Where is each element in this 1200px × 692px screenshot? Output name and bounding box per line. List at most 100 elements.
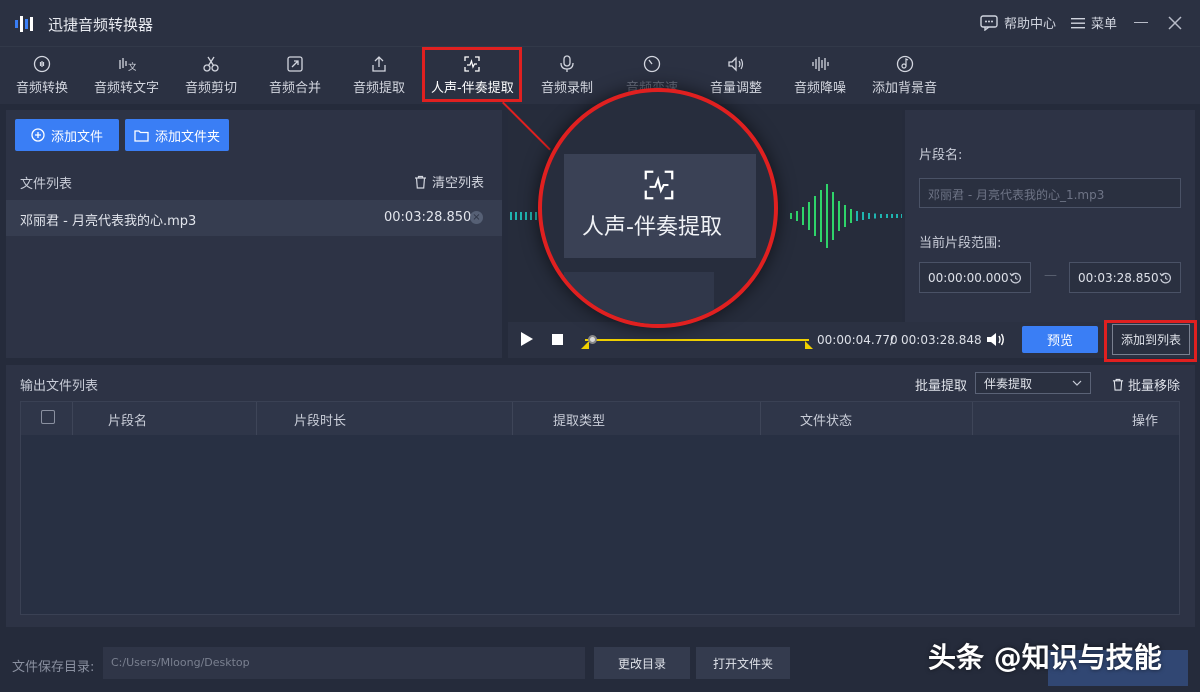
change-dir-button[interactable]: 更改目录	[594, 647, 690, 679]
waveform-bar	[820, 190, 822, 242]
tool-audio-extract[interactable]: 音频提取	[353, 46, 405, 104]
tool-label: 音频合并	[269, 80, 322, 96]
column-divider	[972, 402, 973, 435]
reset-time-icon[interactable]	[1159, 271, 1172, 285]
column-header-duration: 片段时长	[294, 414, 347, 429]
app-logo-icon	[15, 16, 33, 32]
merge-icon	[287, 55, 303, 72]
batch-remove-button[interactable]: 批量移除	[1112, 375, 1180, 394]
tool-audio-record[interactable]: 音频录制	[541, 46, 593, 104]
chat-bubble-icon	[980, 14, 998, 31]
remove-file-icon[interactable]: ×	[470, 211, 483, 224]
menu-button[interactable]: 菜单	[1071, 13, 1117, 32]
start-time-field[interactable]: 00:00:00.000	[919, 262, 1031, 293]
zoom-callout: 人声-伴奏提取	[538, 88, 778, 328]
tool-label: 音频转换	[16, 80, 69, 96]
menu-label: 菜单	[1091, 17, 1118, 32]
add-to-list-highlight	[1104, 320, 1197, 362]
music-disc-icon	[896, 55, 913, 72]
waveform-bar	[891, 214, 893, 218]
waveform-bar	[796, 211, 798, 221]
waveform-bar	[896, 214, 898, 218]
tool-label: 音频降噪	[794, 80, 847, 96]
batch-extract-label: 批量提取	[915, 379, 968, 394]
segment-name-input[interactable]: 邓丽君 - 月亮代表我的心_1.mp3	[919, 178, 1181, 208]
noise-reduce-icon	[812, 56, 829, 71]
volume-icon[interactable]	[986, 331, 1006, 348]
voice-extract-icon	[644, 170, 674, 200]
end-time-field[interactable]: 00:03:28.850	[1069, 262, 1181, 293]
reset-time-icon[interactable]	[1009, 271, 1022, 285]
tool-audio-merge[interactable]: 音频合并	[269, 46, 321, 104]
waveform-bar	[874, 213, 876, 219]
tool-add-bgm[interactable]: 添加背景音	[872, 46, 937, 104]
waveform-bar	[535, 212, 537, 220]
batch-remove-label: 批量移除	[1128, 379, 1181, 394]
waveform-bar	[520, 212, 522, 220]
seek-track[interactable]	[585, 339, 809, 341]
column-divider	[760, 402, 761, 435]
chevron-down-icon	[1072, 380, 1082, 386]
tool-audio-cut[interactable]: 音频剪切	[185, 46, 237, 104]
upload-icon	[372, 55, 386, 72]
tool-label: 音频提取	[353, 80, 406, 96]
waveform-bar	[525, 212, 527, 220]
waveform-bar	[510, 212, 512, 220]
svg-text:文: 文	[128, 61, 136, 73]
file-list-title: 文件列表	[20, 177, 73, 192]
speedometer-icon	[643, 55, 661, 72]
microphone-icon	[560, 54, 574, 72]
active-tool-highlight	[422, 47, 522, 102]
app-title: 迅捷音频转换器	[48, 16, 154, 34]
segment-range-label: 当前片段范围:	[919, 236, 1002, 251]
help-label: 帮助中心	[1004, 17, 1057, 32]
minimize-icon[interactable]	[1134, 22, 1148, 23]
tool-audio-convert[interactable]: 音频转换	[16, 46, 68, 104]
trash-icon	[415, 175, 426, 189]
waveform-bar	[880, 214, 882, 218]
tool-label: 音量调整	[710, 80, 763, 96]
play-icon[interactable]	[521, 332, 533, 346]
tool-noise-reduce[interactable]: 音频降噪	[794, 46, 846, 104]
help-center-button[interactable]: 帮助中心	[980, 13, 1056, 32]
column-header-segment-name: 片段名	[108, 414, 148, 429]
add-folder-label: 添加文件夹	[154, 129, 220, 145]
file-name: 邓丽君 - 月亮代表我的心.mp3	[20, 214, 197, 229]
plus-circle-icon	[31, 128, 45, 142]
preview-button[interactable]: 预览	[1022, 326, 1098, 353]
add-file-button[interactable]: 添加文件	[15, 119, 119, 151]
batch-extract-select[interactable]: 伴奏提取	[975, 372, 1091, 394]
waveform-bar	[530, 212, 532, 220]
clear-list-button[interactable]: 清空列表	[414, 172, 484, 191]
batch-extract-value: 伴奏提取	[984, 376, 1033, 391]
waveform-bar	[862, 212, 864, 220]
waveform-bar	[790, 213, 792, 219]
tool-label: 音频剪切	[185, 80, 238, 96]
waveform-bar	[850, 209, 852, 223]
output-list-title: 输出文件列表	[20, 379, 99, 394]
column-header-extract-type: 提取类型	[553, 414, 606, 429]
close-icon[interactable]	[1166, 14, 1184, 32]
current-time: 00:00:04.770	[817, 333, 898, 347]
tool-speech-to-text[interactable]: 文 音频转文字	[94, 46, 159, 104]
tool-volume-adjust[interactable]: 音量调整	[710, 46, 762, 104]
audio-convert-icon	[33, 55, 51, 72]
waveform-bar	[826, 184, 828, 248]
waveform-bar	[832, 192, 834, 240]
file-duration: 00:03:28.850	[384, 210, 472, 225]
callout-label: 人声-伴奏提取	[582, 215, 722, 240]
waveform-bar	[814, 196, 816, 236]
column-divider	[72, 402, 73, 435]
waveform-bar	[868, 213, 870, 219]
total-time: 00:03:28.848	[901, 333, 982, 347]
add-folder-button[interactable]: 添加文件夹	[125, 119, 229, 151]
hamburger-icon	[1071, 17, 1085, 28]
save-dir-input[interactable]: C:/Users/Mloong/Desktop	[103, 647, 585, 679]
stop-icon[interactable]	[552, 334, 563, 345]
select-all-checkbox[interactable]	[41, 410, 55, 424]
seek-knob[interactable]	[588, 335, 597, 344]
start-time-value: 00:00:00.000	[928, 270, 1009, 285]
folder-icon	[134, 129, 149, 142]
segment-name-label: 片段名:	[919, 148, 963, 163]
open-folder-button[interactable]: 打开文件夹	[696, 647, 790, 679]
